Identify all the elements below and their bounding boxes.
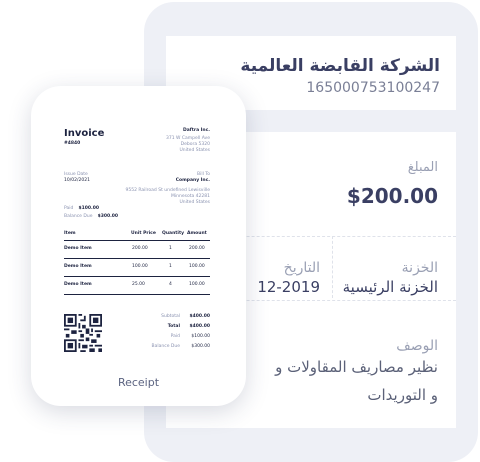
balance-due-total-value: $300.00 [191,344,210,349]
bill-to-address: Minnesota 42281 [171,194,210,199]
invoice-number: #4840 [64,141,81,146]
total-label: Total [167,324,180,329]
table-row-amount: 200.00 [189,246,205,251]
column-header-quantity: Quantity [162,231,185,236]
table-row-price: 100.00 [132,264,148,269]
description-line-1: نظير مصاريف المقاولات و [275,358,438,376]
bill-to-name: Company Inc. [175,178,210,183]
subtotal-label: Subtotal [161,314,180,319]
receipt-label: Receipt [117,376,160,389]
description-line-2: و التوريدات [367,386,438,404]
balance-due-label: Balance Due [64,214,93,219]
issuer-address: United States [179,148,210,153]
balance-due-value: $300.00 [97,214,119,219]
table-row-amount: 100.00 [189,282,205,287]
table-row-item: Demo Item [64,246,92,251]
company-id: 165000753100247 [306,80,440,96]
issuer-name: Daftra Inc. [183,128,210,133]
date-value: 12-2019 [257,278,320,296]
column-header-amount: Amount [187,231,207,236]
bill-to-label: Bill To [196,172,210,177]
table-row-item: Demo Item [64,264,92,269]
column-header-item: Item [64,231,76,236]
treasury-label: الخزنة [401,260,438,276]
amount-label: المبلغ [407,160,438,175]
column-header-unit-price: Unit Price [131,231,156,236]
table-row-qty: 4 [169,282,172,287]
table-rule [64,258,210,259]
qr-code-icon [64,314,102,352]
table-row-item: Demo Item [64,282,92,287]
amount-value: $200.00 [346,184,438,208]
table-row-qty: 1 [169,246,172,251]
paid-total-label: Paid [170,334,180,339]
invoice-title: Invoice [64,128,105,139]
divider [332,236,333,298]
bill-to-address: United States [179,200,210,205]
table-row-price: 200.00 [132,246,148,251]
issuer-address: 371 W Campell Ave [166,136,210,141]
description-label: الوصف [396,338,438,354]
issuer-address: Debora 5320 [180,142,210,147]
paid-total-value: $100.00 [191,334,210,339]
subtotal-value: $400.00 [189,314,211,319]
receipt-preview-card[interactable]: Invoice #4840 Daftra Inc. 371 W Campell … [31,86,246,406]
table-row-amount: 100.00 [189,264,205,269]
table-rule [64,240,210,241]
company-name: الشركة القابضة العالمية [240,56,440,76]
date-label: التاريخ [283,260,320,276]
table-row-qty: 1 [169,264,172,269]
table-rule [64,276,210,277]
issue-date-label: Issue Date [64,172,88,177]
total-value: $400.00 [189,324,211,329]
bill-to-address: 9552 Railroad St undefined Lewisville [125,188,211,193]
table-rule [64,294,210,295]
balance-due-row: Balance Due $300.00 [64,202,118,221]
table-row-price: 25.00 [132,282,145,287]
issue-date-value: 10/02/2021 [64,178,90,183]
treasury-value: الخزنة الرئيسية [342,278,438,296]
balance-due-total-label: Balance Due [151,344,180,349]
